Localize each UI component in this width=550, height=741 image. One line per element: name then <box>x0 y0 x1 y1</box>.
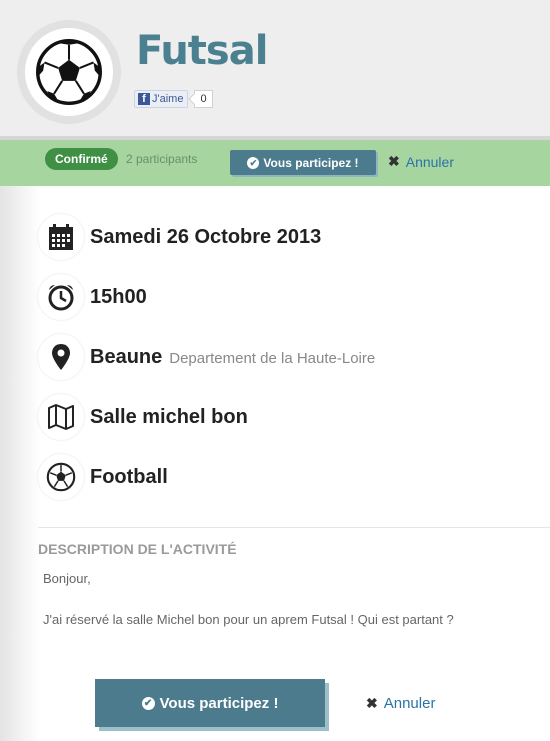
alarm-clock-icon <box>48 285 74 311</box>
sport-row: Football <box>38 454 168 500</box>
soccer-ball-icon <box>46 462 76 492</box>
cancel-link-large[interactable]: ✖ Annuler <box>366 695 435 712</box>
participants-count[interactable]: 2 participants <box>126 152 197 166</box>
cancel-link[interactable]: ✖ Annuler <box>388 153 454 170</box>
description-paragraph: J'ai réservé la salle Michel bon pour un… <box>43 612 454 627</box>
close-icon: ✖ <box>388 153 400 169</box>
event-logo <box>17 20 121 124</box>
cancel-label: Annuler <box>405 153 454 170</box>
event-sport: Football <box>90 465 168 488</box>
participate-button-large[interactable]: ✔ Vous participez ! <box>95 679 325 727</box>
event-time: 15h00 <box>90 285 147 308</box>
event-date: Samedi 26 Octobre 2013 <box>90 225 322 248</box>
map-pin-icon <box>52 344 70 370</box>
soccer-ball-icon <box>36 39 102 105</box>
facebook-like-label: J'aime <box>152 93 184 105</box>
event-title: Futsal <box>136 28 268 74</box>
facebook-like-count: 0 <box>194 90 213 108</box>
event-venue: Salle michel bon <box>90 405 248 428</box>
map-icon <box>48 404 74 430</box>
cancel-label: Annuler <box>383 695 436 712</box>
event-location: Beaune Departement de la Haute-Loire <box>90 346 375 369</box>
location-region: Departement de la Haute-Loire <box>169 349 376 367</box>
calendar-icon <box>49 224 73 250</box>
venue-row: Salle michel bon <box>38 394 248 440</box>
check-circle-icon: ✔ <box>247 156 260 169</box>
participate-label: Vous participez ! <box>263 155 359 170</box>
description-title: DESCRIPTION DE L'ACTIVITÉ <box>38 541 237 557</box>
event-header: Futsal f J'aime 0 <box>0 0 550 136</box>
status-badge: Confirmé <box>45 148 118 170</box>
participate-button[interactable]: ✔ Vous participez ! <box>230 150 376 175</box>
facebook-icon: f <box>138 93 150 105</box>
time-row: 15h00 <box>38 274 147 320</box>
status-bar: Confirmé 2 participants ✔ Vous participe… <box>0 140 550 186</box>
description-paragraph: Bonjour, <box>43 571 91 586</box>
left-shadow <box>0 186 40 741</box>
location-row: Beaune Departement de la Haute-Loire <box>38 334 375 380</box>
close-icon: ✖ <box>366 695 378 711</box>
participate-label: Vous participez ! <box>159 694 279 712</box>
facebook-like-widget: f J'aime 0 <box>134 90 213 108</box>
check-circle-icon: ✔ <box>141 696 155 710</box>
location-city: Beaune <box>90 345 163 368</box>
date-row: Samedi 26 Octobre 2013 <box>38 214 321 260</box>
section-divider <box>38 527 550 528</box>
facebook-like-button[interactable]: f J'aime <box>134 90 189 108</box>
